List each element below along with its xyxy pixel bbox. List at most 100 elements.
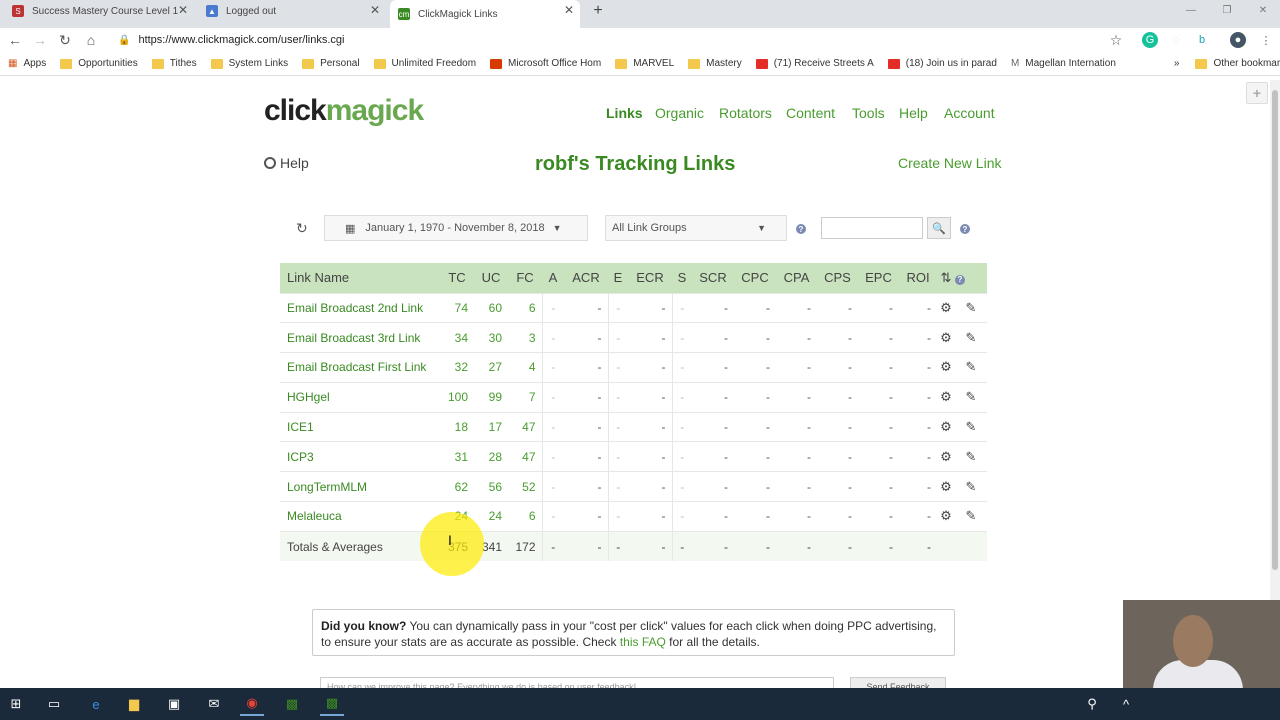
bookmark-apps[interactable]: ▦ Apps xyxy=(8,58,46,69)
close-icon[interactable]: ✕ xyxy=(564,3,574,17)
scrollbar-thumb[interactable] xyxy=(1272,90,1278,570)
task-view-icon[interactable]: ▭ xyxy=(42,692,66,716)
table-row[interactable]: Email Broadcast 2nd Link 74 60 6- - - - - - - - - - -… xyxy=(280,292,987,323)
close-icon[interactable]: ✕ xyxy=(178,3,188,17)
windows-start-icon[interactable]: ⊞ xyxy=(4,692,28,716)
bookmarks-overflow-icon[interactable]: » xyxy=(1174,58,1180,69)
nav-tools[interactable]: Tools xyxy=(852,105,885,121)
question-icon[interactable]: ? xyxy=(960,224,970,234)
system-tray-icon[interactable]: ^ xyxy=(1114,692,1138,716)
col-acr[interactable]: ACR xyxy=(564,263,608,293)
menu-dots-icon[interactable]: ⋮ xyxy=(1258,32,1274,48)
gear-icon[interactable]: ⚙ xyxy=(937,381,955,413)
file-explorer-icon[interactable]: ▆ xyxy=(122,692,146,716)
pencil-icon[interactable]: ✎ xyxy=(955,381,987,413)
link-name-cell[interactable]: Email Broadcast 3rd Link xyxy=(280,322,440,353)
link-name-cell[interactable]: HGHgel xyxy=(280,381,440,413)
pencil-icon[interactable]: ✎ xyxy=(955,411,987,442)
pencil-icon[interactable]: ✎ xyxy=(955,441,987,472)
back-arrow-icon[interactable]: ← xyxy=(6,31,24,49)
col-roi[interactable]: ROI xyxy=(899,263,937,293)
link-name-cell[interactable]: LongTermMLM xyxy=(280,471,440,502)
nav-organic[interactable]: Organic xyxy=(655,105,704,121)
extension-icon[interactable]: ◌ xyxy=(1168,32,1184,48)
forward-arrow-icon[interactable]: → xyxy=(31,31,49,49)
question-icon[interactable]: ? xyxy=(955,274,965,285)
nav-help[interactable]: Help xyxy=(899,105,928,121)
col-link-name[interactable]: Link Name xyxy=(280,263,440,293)
col-cps[interactable]: CPS xyxy=(817,263,858,293)
bookmark-item[interactable]: MARVEL xyxy=(615,58,674,69)
bookmark-item[interactable]: Opportunities xyxy=(60,58,138,69)
bing-icon[interactable]: b xyxy=(1194,32,1210,48)
browser-tab-2[interactable]: ▲ Logged out ✕ xyxy=(198,0,386,22)
browser-tab-3[interactable]: cm ClickMagick Links ✕ xyxy=(390,0,580,28)
col-epc[interactable]: EPC xyxy=(858,263,899,293)
pencil-icon[interactable]: ✎ xyxy=(955,322,987,353)
feedback-input[interactable]: How can we improve this page? Everything… xyxy=(320,677,834,688)
help-link[interactable]: Help xyxy=(264,155,309,171)
home-icon[interactable]: ⌂ xyxy=(82,31,100,49)
new-tab-button[interactable]: + xyxy=(590,0,606,22)
close-window-icon[interactable]: ✕ xyxy=(1248,0,1278,20)
link-name-cell[interactable]: Melaleuca xyxy=(280,501,440,532)
chrome-icon[interactable]: ◉ xyxy=(240,692,264,716)
bookmark-item[interactable]: System Links xyxy=(210,58,288,69)
grammarly-icon[interactable]: G xyxy=(1142,32,1158,48)
bookmark-star-icon[interactable]: ☆ xyxy=(1108,32,1124,48)
store-icon[interactable]: ▣ xyxy=(162,692,186,716)
bookmark-item[interactable]: Tithes xyxy=(151,58,197,69)
sort-icon[interactable]: ⇅ xyxy=(937,263,955,293)
refresh-icon[interactable]: ↻ xyxy=(296,220,308,237)
bookmark-item[interactable]: Mastery xyxy=(688,58,742,69)
col-s[interactable]: S xyxy=(672,263,692,293)
col-scr[interactable]: SCR xyxy=(692,263,734,293)
reload-icon[interactable]: ↻ xyxy=(56,31,74,49)
col-e[interactable]: E xyxy=(608,263,628,293)
clickmagick-logo[interactable]: clickmagick xyxy=(264,94,424,128)
table-row[interactable]: ICE1 18 17 47- - - - - - - - - - - ⚙ ✎ xyxy=(280,411,987,442)
bookmark-item[interactable]: (71) Receive Streets A xyxy=(755,58,874,69)
gear-icon[interactable]: ⚙ xyxy=(937,441,955,472)
table-row[interactable]: HGHgel 100 99 7- - - - - - - - - - - ⚙ ✎ xyxy=(280,381,987,413)
camtasia-icon[interactable]: ▩ xyxy=(280,692,304,716)
pencil-icon[interactable]: ✎ xyxy=(955,352,987,383)
bookmark-item[interactable]: (18) Join us in parad xyxy=(887,58,997,69)
col-a[interactable]: A xyxy=(542,263,564,293)
gear-icon[interactable]: ⚙ xyxy=(937,411,955,442)
table-row[interactable]: Email Broadcast 3rd Link 34 30 3- - - - - - - - - - -… xyxy=(280,322,987,353)
bookmark-item[interactable]: Microsoft Office Hom xyxy=(490,58,601,69)
bookmark-item[interactable]: Unlimited Freedom xyxy=(373,58,476,69)
bookmark-item[interactable]: M Magellan Internation xyxy=(1011,58,1116,69)
expand-icon[interactable]: + xyxy=(1246,82,1268,104)
profile-avatar-icon[interactable]: ● xyxy=(1230,32,1246,48)
link-name-cell[interactable]: ICE1 xyxy=(280,411,440,442)
nav-rotators[interactable]: Rotators xyxy=(719,105,772,121)
bookmark-item[interactable]: Personal xyxy=(302,58,360,69)
col-cpa[interactable]: CPA xyxy=(776,263,817,293)
table-row[interactable]: ICP3 31 28 47- - - - - - - - - - - ⚙ ✎ xyxy=(280,441,987,472)
browser-tab-1[interactable]: S Success Mastery Course Level 1 ✕ xyxy=(4,0,194,22)
table-row[interactable]: Email Broadcast First Link 32 27 4- - - - - - - - -… xyxy=(280,352,987,383)
link-group-select[interactable]: All Link Groups ▼ xyxy=(605,215,787,241)
pencil-icon[interactable]: ✎ xyxy=(955,292,987,323)
link-name-cell[interactable]: Email Broadcast First Link xyxy=(280,352,440,383)
send-feedback-button[interactable]: Send Feedback xyxy=(850,677,946,688)
gear-icon[interactable]: ⚙ xyxy=(937,471,955,502)
nav-content[interactable]: Content xyxy=(786,105,835,121)
nav-links[interactable]: Links xyxy=(606,105,643,121)
link-name-cell[interactable]: ICP3 xyxy=(280,441,440,472)
date-range-picker[interactable]: ▦ January 1, 1970 - November 8, 2018 ▼ xyxy=(324,215,588,241)
gear-icon[interactable]: ⚙ xyxy=(937,292,955,323)
table-row[interactable]: Melaleuca24246-----------⚙✎ xyxy=(280,501,987,532)
col-ecr[interactable]: ECR xyxy=(628,263,672,293)
link-name-cell[interactable]: Email Broadcast 2nd Link xyxy=(280,292,440,323)
question-icon[interactable]: ? xyxy=(796,224,806,234)
gear-icon[interactable]: ⚙ xyxy=(937,322,955,353)
search-button[interactable]: 🔍 xyxy=(927,217,951,239)
bookmark-other[interactable]: Other bookmarks xyxy=(1195,58,1280,69)
table-row[interactable]: LongTermMLM 62 56 52- - - - - - - - - - - ⚙ ✎ xyxy=(280,471,987,502)
restore-icon[interactable]: ❐ xyxy=(1212,0,1242,20)
col-tc[interactable]: TC xyxy=(440,263,474,293)
minimize-icon[interactable]: — xyxy=(1176,0,1206,20)
